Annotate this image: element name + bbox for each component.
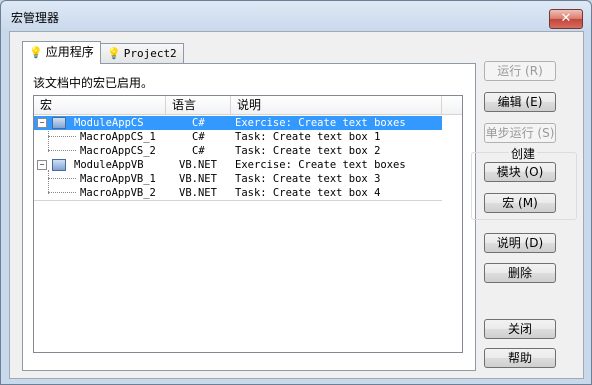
row-language: C# <box>192 131 205 143</box>
table-row[interactable]: MacroAppCS_2 C# Task: Create text box 2 <box>34 144 442 158</box>
macro-manager-window: 宏管理器 ✕ 💡 应用程序 💡 Project2 该文档中的宏已启用。 宏 语言 说… <box>0 0 592 385</box>
row-description: Task: Create text box 3 <box>235 173 381 185</box>
row-language: VB.NET <box>179 159 217 171</box>
tab-project2[interactable]: 💡 Project2 <box>100 43 184 64</box>
description-button[interactable]: 说明 (D) <box>484 233 556 253</box>
table-row[interactable]: MacroAppVB_1 VB.NET Task: Create text bo… <box>34 172 442 186</box>
row-description: Exercise: Create text boxes <box>235 117 406 129</box>
row-name: MacroAppVB_1 <box>80 173 156 185</box>
step-run-button[interactable]: 单步运行 (S) <box>484 123 556 143</box>
create-module-button[interactable]: 模块 (O) <box>484 162 556 182</box>
tab-project2-label: Project2 <box>123 47 177 60</box>
create-group-title: 创建 <box>509 145 538 162</box>
row-language: VB.NET <box>179 173 217 185</box>
column-header-description[interactable]: 说明 <box>231 96 442 114</box>
row-description: Task: Create text box 2 <box>235 145 381 157</box>
row-language: C# <box>192 117 205 129</box>
delete-button[interactable]: 删除 <box>484 263 556 283</box>
bulb-icon: 💡 <box>107 47 121 60</box>
bulb-icon: 💡 <box>29 46 43 59</box>
table-row[interactable]: MacroAppVB_2 VB.NET Task: Create text bo… <box>34 186 442 200</box>
close-window-button[interactable]: ✕ <box>549 9 583 29</box>
table-row[interactable]: − ModuleAppVB VB.NET Exercise: Create te… <box>34 158 442 172</box>
status-description: 该文档中的宏已启用。 <box>33 76 154 90</box>
column-header-macro[interactable]: 宏 <box>34 96 166 114</box>
help-button[interactable]: 帮助 <box>484 348 556 368</box>
collapse-icon[interactable]: − <box>37 118 47 128</box>
module-icon <box>52 117 66 129</box>
list-header: 宏 语言 说明 <box>34 96 462 115</box>
table-row[interactable]: − ModuleAppCS C# Exercise: Create text b… <box>34 116 442 130</box>
row-description: Exercise: Create text boxes <box>235 159 406 171</box>
column-header-language[interactable]: 语言 <box>166 96 231 114</box>
module-icon <box>52 159 66 171</box>
row-name: MacroAppVB_2 <box>80 187 156 199</box>
collapse-icon[interactable]: − <box>37 160 47 170</box>
row-name: MacroAppCS_1 <box>80 131 156 143</box>
edit-button[interactable]: 编辑 (E) <box>484 92 556 112</box>
window-title: 宏管理器 <box>11 11 60 25</box>
title-bar: 宏管理器 ✕ <box>1 1 591 31</box>
row-description: Task: Create text box 1 <box>235 131 381 143</box>
row-name: MacroAppCS_2 <box>80 145 156 157</box>
row-divider <box>34 200 442 201</box>
row-description: Task: Create text box 4 <box>235 187 381 199</box>
row-language: C# <box>192 145 205 157</box>
row-name: ModuleAppVB <box>74 159 144 171</box>
close-button[interactable]: 关闭 <box>484 319 556 339</box>
create-macro-button[interactable]: 宏 (M) <box>484 193 556 213</box>
macro-list[interactable]: 宏 语言 说明 − ModuleAppCS C# Exercise: Creat… <box>33 95 463 353</box>
run-button[interactable]: 运行 (R) <box>484 61 556 81</box>
tab-panel: 该文档中的宏已启用。 宏 语言 说明 − ModuleAppCS C# Exer… <box>22 63 476 371</box>
row-name: ModuleAppCS <box>74 117 144 129</box>
tab-application[interactable]: 💡 应用程序 <box>22 41 101 64</box>
dialog-body: 💡 应用程序 💡 Project2 该文档中的宏已启用。 宏 语言 说明 − M… <box>9 31 584 379</box>
tab-application-label: 应用程序 <box>45 45 94 59</box>
row-language: VB.NET <box>179 187 217 199</box>
table-row[interactable]: MacroAppCS_1 C# Task: Create text box 1 <box>34 130 442 144</box>
